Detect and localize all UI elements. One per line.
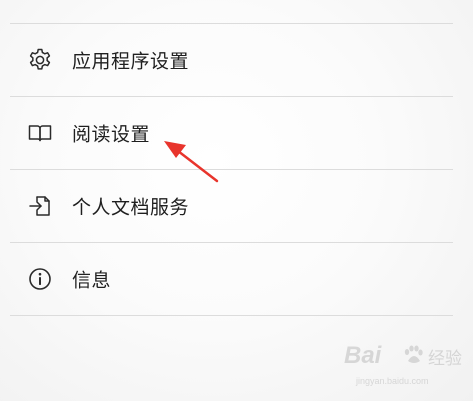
bottom-divider <box>10 315 453 316</box>
menu-item-info[interactable]: 信息 <box>0 243 473 315</box>
gear-icon <box>27 47 53 73</box>
book-icon <box>27 120 53 146</box>
watermark-jingyan: 经验 <box>428 349 462 369</box>
baidu-jingyan-watermark: Bai 经验 jingyan.baidu.com <box>338 340 468 398</box>
menu-item-personal-documents[interactable]: 个人文档服务 <box>0 170 473 242</box>
menu-item-label: 应用程序设置 <box>72 50 190 73</box>
document-transfer-icon <box>27 193 53 219</box>
menu-item-reading-settings[interactable]: 阅读设置 <box>0 97 473 169</box>
menu-item-label: 信息 <box>72 269 112 292</box>
watermark-brand: Bai <box>344 342 382 369</box>
menu-item-app-settings[interactable]: 应用程序设置 <box>0 24 473 96</box>
settings-menu-screen: 应用程序设置 阅读设置 个人文档服务 信息 Bai 经验 jingyan.bai… <box>0 0 473 401</box>
menu-item-label: 个人文档服务 <box>72 196 190 219</box>
watermark-url: jingyan.baidu.com <box>356 376 429 386</box>
paw-icon <box>404 345 423 363</box>
info-icon <box>27 266 53 292</box>
menu-item-label: 阅读设置 <box>72 123 151 146</box>
